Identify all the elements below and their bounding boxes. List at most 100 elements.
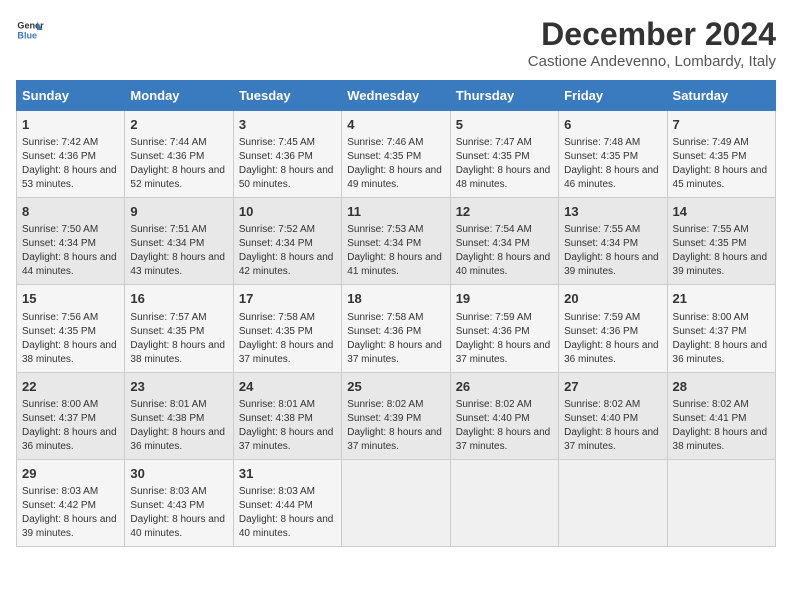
calendar-cell: 29Sunrise: 8:03 AMSunset: 4:42 PMDayligh…	[17, 459, 125, 546]
calendar-cell: 2Sunrise: 7:44 AMSunset: 4:36 PMDaylight…	[125, 111, 233, 198]
calendar-cell: 22Sunrise: 8:00 AMSunset: 4:37 PMDayligh…	[17, 372, 125, 459]
calendar-cell: 20 Sunrise: 7:59 AM Sunset: 4:36 PM Dayligh…	[559, 285, 667, 372]
sunset-text: Sunset: 4:42 PM	[22, 500, 96, 511]
day-number: 30	[130, 465, 227, 483]
sunset-text: Sunset: 4:36 PM	[564, 326, 638, 337]
calendar-cell: 5Sunrise: 7:47 AMSunset: 4:35 PMDaylight…	[450, 111, 558, 198]
logo: General Blue	[16, 16, 44, 44]
day-number: 8	[22, 203, 119, 221]
sunset-text: Sunset: 4:37 PM	[673, 326, 747, 337]
sunrise-text: Sunrise: 7:50 AM	[22, 224, 98, 235]
sunset-text: Sunset: 4:35 PM	[673, 151, 747, 162]
sunset-text: Sunset: 4:34 PM	[564, 238, 638, 249]
daylight-text: Daylight: 8 hours and 44 minutes.	[22, 252, 117, 277]
daylight-text: Daylight: 8 hours and 37 minutes.	[456, 340, 551, 365]
main-title: December 2024	[528, 16, 776, 53]
sunset-text: Sunset: 4:40 PM	[456, 413, 530, 424]
sunset-text: Sunset: 4:40 PM	[564, 413, 638, 424]
daylight-text: Daylight: 8 hours and 40 minutes.	[456, 252, 551, 277]
daylight-text: Daylight: 8 hours and 43 minutes.	[130, 252, 225, 277]
daylight-text: Daylight: 8 hours and 53 minutes.	[22, 165, 117, 190]
day-number: 4	[347, 116, 444, 134]
day-number: 22	[22, 378, 119, 396]
daylight-text: Daylight: 8 hours and 36 minutes.	[130, 427, 225, 452]
day-header-saturday: Saturday	[667, 81, 775, 111]
day-number: 2	[130, 116, 227, 134]
day-number: 10	[239, 203, 336, 221]
day-number: 16	[130, 290, 227, 308]
sunset-text: Sunset: 4:43 PM	[130, 500, 204, 511]
daylight-text: Daylight: 8 hours and 40 minutes.	[239, 514, 334, 539]
day-number: 17	[239, 290, 336, 308]
sunrise-text: Sunrise: 7:58 AM	[347, 312, 423, 323]
calendar-cell: 7Sunrise: 7:49 AMSunset: 4:35 PMDaylight…	[667, 111, 775, 198]
day-number: 21	[673, 290, 770, 308]
calendar-cell: 17Sunrise: 7:58 AMSunset: 4:35 PMDayligh…	[233, 285, 341, 372]
calendar-cell: 21Sunrise: 8:00 AMSunset: 4:37 PMDayligh…	[667, 285, 775, 372]
sunrise-text: Sunrise: 7:54 AM	[456, 224, 532, 235]
subtitle: Castione Andevenno, Lombardy, Italy	[528, 53, 776, 70]
sunset-text: Sunset: 4:35 PM	[564, 151, 638, 162]
sunset-text: Sunset: 4:39 PM	[347, 413, 421, 424]
sunrise-text: Sunrise: 7:55 AM	[673, 224, 749, 235]
calendar-cell: 10Sunrise: 7:52 AMSunset: 4:34 PMDayligh…	[233, 198, 341, 285]
day-number: 29	[22, 465, 119, 483]
calendar-cell: 18Sunrise: 7:58 AMSunset: 4:36 PMDayligh…	[342, 285, 450, 372]
daylight-text: Daylight: 8 hours and 37 minutes.	[347, 340, 442, 365]
day-number: 9	[130, 203, 227, 221]
day-number: 27	[564, 378, 661, 396]
calendar-cell: 26Sunrise: 8:02 AMSunset: 4:40 PMDayligh…	[450, 372, 558, 459]
sunrise-text: Sunrise: 7:45 AM	[239, 137, 315, 148]
day-number: 20	[564, 290, 661, 308]
week-row-2: 8 Sunrise: 7:50 AM Sunset: 4:34 PM Daylight…	[17, 198, 776, 285]
week-row-5: 29 Sunrise: 8:03 AM Sunset: 4:42 PM Dayligh…	[17, 459, 776, 546]
day-number: 6	[564, 116, 661, 134]
sunrise-text: Sunrise: 8:01 AM	[130, 399, 206, 410]
daylight-text: Daylight: 8 hours and 37 minutes.	[239, 340, 334, 365]
day-number: 31	[239, 465, 336, 483]
daylight-text: Daylight: 8 hours and 36 minutes.	[564, 340, 659, 365]
sunrise-text: Sunrise: 7:59 AM	[564, 312, 640, 323]
calendar-cell: 14Sunrise: 7:55 AMSunset: 4:35 PMDayligh…	[667, 198, 775, 285]
sunset-text: Sunset: 4:41 PM	[673, 413, 747, 424]
sunrise-text: Sunrise: 8:01 AM	[239, 399, 315, 410]
day-number: 14	[673, 203, 770, 221]
calendar-cell: 19Sunrise: 7:59 AMSunset: 4:36 PMDayligh…	[450, 285, 558, 372]
calendar-cell	[667, 459, 775, 546]
sunrise-text: Sunrise: 7:58 AM	[239, 312, 315, 323]
sunset-text: Sunset: 4:35 PM	[673, 238, 747, 249]
sunset-text: Sunset: 4:36 PM	[456, 326, 530, 337]
svg-text:Blue: Blue	[17, 30, 37, 40]
daylight-text: Daylight: 8 hours and 37 minutes.	[347, 427, 442, 452]
week-row-1: 1Sunrise: 7:42 AMSunset: 4:36 PMDaylight…	[17, 111, 776, 198]
days-header-row: SundayMondayTuesdayWednesdayThursdayFrid…	[17, 81, 776, 111]
calendar-cell: 9Sunrise: 7:51 AMSunset: 4:34 PMDaylight…	[125, 198, 233, 285]
calendar-cell	[559, 459, 667, 546]
sunrise-text: Sunrise: 7:49 AM	[673, 137, 749, 148]
day-number: 13	[564, 203, 661, 221]
week-row-3: 15Sunrise: 7:56 AMSunset: 4:35 PMDayligh…	[17, 285, 776, 372]
daylight-text: Daylight: 8 hours and 41 minutes.	[347, 252, 442, 277]
sunset-text: Sunset: 4:35 PM	[347, 151, 421, 162]
calendar-cell: 15Sunrise: 7:56 AMSunset: 4:35 PMDayligh…	[17, 285, 125, 372]
sunset-text: Sunset: 4:36 PM	[22, 151, 96, 162]
sunrise-text: Sunrise: 8:03 AM	[130, 486, 206, 497]
sunrise-text: Sunrise: 7:42 AM	[22, 137, 98, 148]
sunrise-text: Sunrise: 8:02 AM	[673, 399, 749, 410]
daylight-text: Daylight: 8 hours and 49 minutes.	[347, 165, 442, 190]
calendar-cell: 24Sunrise: 8:01 AMSunset: 4:38 PMDayligh…	[233, 372, 341, 459]
sunrise-text: Sunrise: 8:00 AM	[673, 312, 749, 323]
sunrise-text: Sunrise: 8:03 AM	[239, 486, 315, 497]
sunrise-text: Sunrise: 7:48 AM	[564, 137, 640, 148]
calendar-cell: 3Sunrise: 7:45 AMSunset: 4:36 PMDaylight…	[233, 111, 341, 198]
sunset-text: Sunset: 4:38 PM	[130, 413, 204, 424]
sunset-text: Sunset: 4:35 PM	[456, 151, 530, 162]
sunrise-text: Sunrise: 8:00 AM	[22, 399, 98, 410]
daylight-text: Daylight: 8 hours and 38 minutes.	[22, 340, 117, 365]
day-number: 24	[239, 378, 336, 396]
day-number: 15	[22, 290, 119, 308]
day-number: 23	[130, 378, 227, 396]
calendar-cell: 16Sunrise: 7:57 AMSunset: 4:35 PMDayligh…	[125, 285, 233, 372]
daylight-text: Daylight: 8 hours and 45 minutes.	[673, 165, 768, 190]
sunrise-text: Sunrise: 7:46 AM	[347, 137, 423, 148]
